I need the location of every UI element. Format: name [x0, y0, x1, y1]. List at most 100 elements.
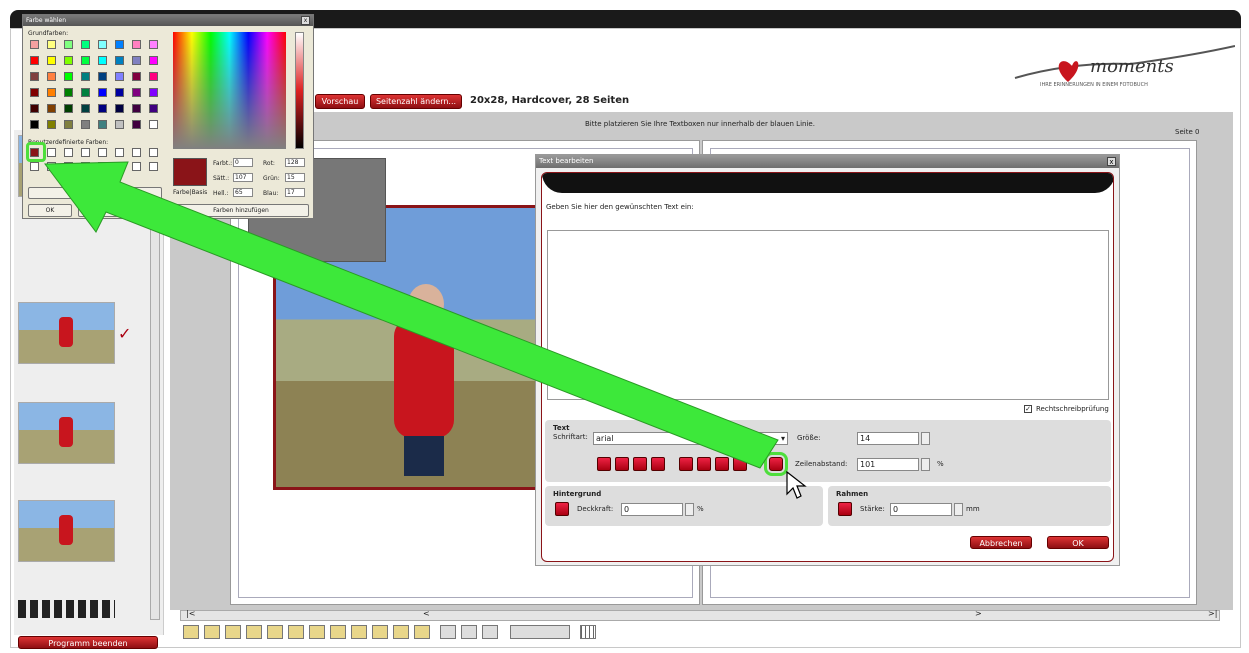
color-spectrum[interactable] — [173, 32, 286, 149]
thumbnail-photo[interactable] — [18, 500, 115, 562]
color-swatch[interactable] — [64, 104, 73, 113]
custom-color-swatch[interactable] — [47, 162, 56, 171]
layout-tool-icon[interactable] — [204, 625, 220, 639]
color-swatch[interactable] — [149, 40, 158, 49]
strike-icon[interactable] — [733, 457, 747, 471]
custom-color-swatch[interactable] — [64, 148, 73, 157]
color-swatch[interactable] — [64, 88, 73, 97]
align-right-icon[interactable] — [633, 457, 647, 471]
color-swatch[interactable] — [81, 40, 90, 49]
color-swatch[interactable] — [132, 40, 141, 49]
luminance-slider[interactable] — [295, 32, 304, 149]
line-spacing-stepper[interactable] — [921, 458, 930, 471]
color-swatch[interactable] — [149, 120, 158, 129]
color-swatch[interactable] — [30, 88, 39, 97]
color-cancel-button[interactable]: Abbrechen — [78, 204, 118, 217]
layout-tool-icon[interactable] — [330, 625, 346, 639]
color-swatch[interactable] — [30, 40, 39, 49]
layout-tool-icon[interactable] — [225, 625, 241, 639]
color-swatch[interactable] — [132, 72, 141, 81]
layout-tool-icon[interactable] — [183, 625, 199, 639]
color-swatch[interactable] — [98, 104, 107, 113]
layout-tool-icon[interactable] — [288, 625, 304, 639]
color-swatch[interactable] — [64, 40, 73, 49]
sat-input[interactable]: 107 — [233, 173, 253, 182]
blue-input[interactable]: 17 — [285, 188, 305, 197]
define-custom-color-button[interactable] — [28, 187, 162, 199]
custom-color-swatch[interactable] — [98, 162, 107, 171]
color-swatch[interactable] — [81, 56, 90, 65]
color-swatch[interactable] — [64, 72, 73, 81]
ok-button[interactable]: OK — [1047, 536, 1109, 549]
color-swatch[interactable] — [132, 120, 141, 129]
font-size-input[interactable]: 14 — [857, 432, 919, 445]
color-swatch[interactable] — [30, 72, 39, 81]
color-swatch[interactable] — [98, 40, 107, 49]
layout-tool-icon[interactable] — [393, 625, 409, 639]
font-size-stepper[interactable] — [921, 432, 930, 445]
custom-color-swatch[interactable] — [98, 148, 107, 157]
color-swatch[interactable] — [81, 88, 90, 97]
color-swatch[interactable] — [64, 56, 73, 65]
grid-tool-icon[interactable] — [510, 625, 570, 639]
align-left-icon[interactable] — [597, 457, 611, 471]
custom-color-swatch[interactable] — [30, 162, 39, 171]
color-swatch[interactable] — [81, 120, 90, 129]
background-color-icon[interactable] — [555, 502, 569, 516]
color-swatch[interactable] — [47, 104, 56, 113]
custom-color-swatch[interactable] — [149, 162, 158, 171]
color-swatch[interactable] — [149, 72, 158, 81]
bold-icon[interactable] — [679, 457, 693, 471]
color-swatch[interactable] — [47, 88, 56, 97]
scroll-right-button[interactable]: > — [975, 609, 982, 618]
thumbnail-photo[interactable] — [18, 302, 115, 364]
change-page-count-button[interactable]: Seitenzahl ändern... — [370, 94, 462, 109]
align-tool-icon[interactable] — [461, 625, 477, 639]
thumbnail-strip-partial[interactable] — [18, 600, 115, 618]
align-tool-icon[interactable] — [482, 625, 498, 639]
opacity-stepper[interactable] — [685, 503, 694, 516]
color-swatch[interactable] — [47, 40, 56, 49]
layout-tool-icon[interactable] — [372, 625, 388, 639]
page-horizontal-scrollbar[interactable] — [180, 610, 1220, 621]
add-colors-button[interactable]: Farben hinzufügen — [173, 204, 309, 217]
color-swatch[interactable] — [115, 40, 124, 49]
color-swatch[interactable] — [64, 120, 73, 129]
color-swatch[interactable] — [149, 56, 158, 65]
color-swatch[interactable] — [132, 104, 141, 113]
color-swatch[interactable] — [98, 56, 107, 65]
color-swatch[interactable] — [98, 88, 107, 97]
end-program-button[interactable]: Programm beenden — [18, 636, 158, 649]
color-swatch[interactable] — [30, 104, 39, 113]
opacity-input[interactable]: 0 — [621, 503, 683, 516]
green-input[interactable]: 15 — [285, 173, 305, 182]
line-spacing-input[interactable]: 101 — [857, 458, 919, 471]
color-swatch[interactable] — [30, 56, 39, 65]
scroll-left-button[interactable]: < — [423, 609, 430, 618]
color-swatch[interactable] — [149, 104, 158, 113]
color-swatch[interactable] — [81, 72, 90, 81]
color-swatch[interactable] — [30, 120, 39, 129]
layout-tool-icon[interactable] — [351, 625, 367, 639]
thumbnail-photo[interactable] — [18, 402, 115, 464]
align-center-icon[interactable] — [615, 457, 629, 471]
hue-input[interactable]: 0 — [233, 158, 253, 167]
custom-color-swatch[interactable] — [81, 148, 90, 157]
layout-tool-icon[interactable] — [414, 625, 430, 639]
color-ok-button[interactable]: OK — [28, 204, 72, 217]
frame-color-icon[interactable] — [838, 502, 852, 516]
red-input[interactable]: 128 — [285, 158, 305, 167]
grid-icon[interactable] — [580, 625, 596, 639]
align-tool-icon[interactable] — [440, 625, 456, 639]
color-swatch[interactable] — [132, 56, 141, 65]
color-swatch[interactable] — [115, 72, 124, 81]
italic-icon[interactable] — [697, 457, 711, 471]
color-swatch[interactable] — [149, 88, 158, 97]
custom-color-swatch[interactable] — [115, 148, 124, 157]
scroll-last-button[interactable]: >| — [1208, 609, 1217, 618]
color-swatch[interactable] — [98, 120, 107, 129]
color-swatch[interactable] — [115, 120, 124, 129]
close-icon[interactable]: x — [1107, 157, 1116, 166]
color-swatch[interactable] — [115, 104, 124, 113]
align-justify-icon[interactable] — [651, 457, 665, 471]
